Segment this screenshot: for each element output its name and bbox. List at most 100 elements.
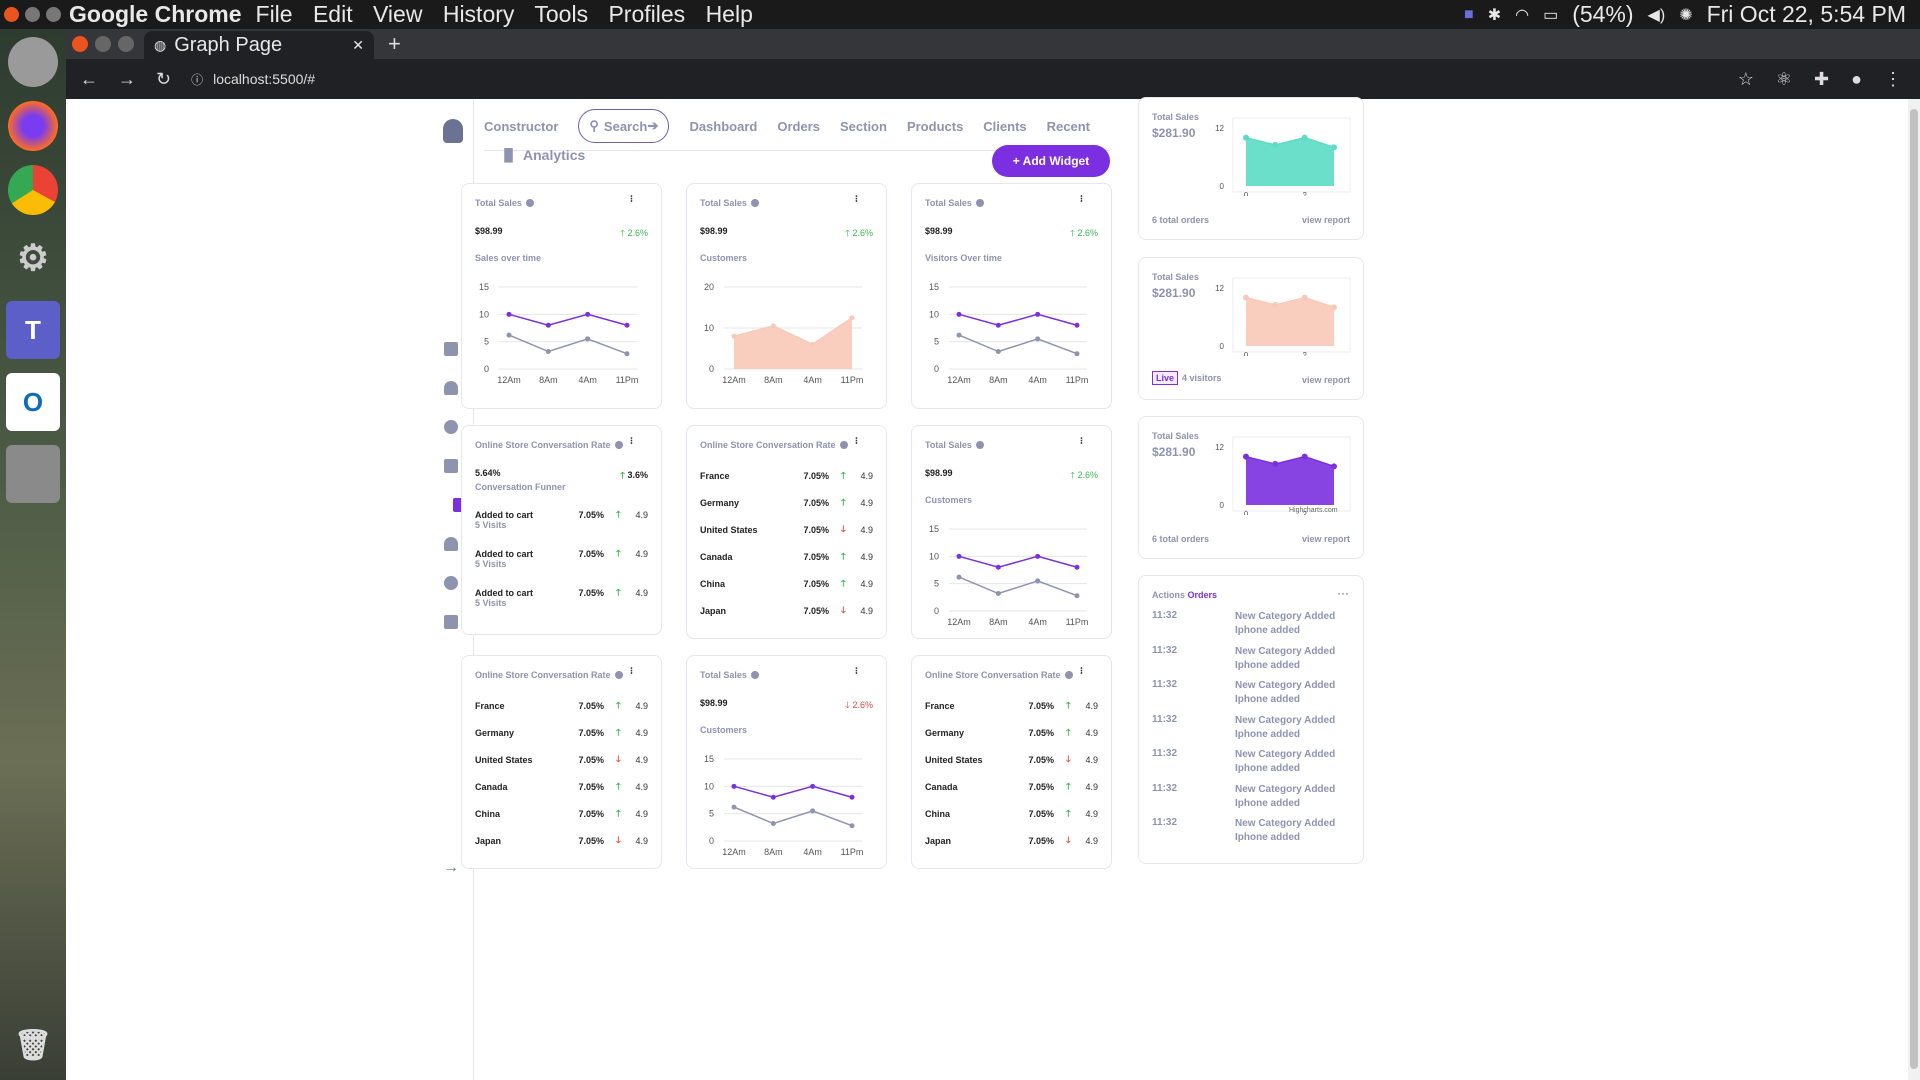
card-menu-icon[interactable]: ⁝: [1080, 194, 1083, 205]
data-point[interactable]: [624, 322, 630, 328]
nav-products[interactable]: Products: [907, 119, 963, 134]
puzzle-icon[interactable]: ✚: [1814, 69, 1829, 90]
data-point[interactable]: [956, 553, 962, 559]
collapse-arrow-icon[interactable]: →: [440, 857, 462, 879]
data-point[interactable]: [545, 349, 551, 355]
action-item[interactable]: 11:32 New Category Added Iphone added: [1152, 817, 1352, 845]
data-point[interactable]: [624, 351, 630, 357]
data-point[interactable]: [1331, 304, 1337, 311]
back-arrow-icon[interactable]: ←: [80, 69, 98, 90]
data-point[interactable]: [1074, 351, 1080, 357]
view-report-link[interactable]: view report: [1302, 534, 1350, 544]
data-point[interactable]: [995, 564, 1001, 570]
data-point[interactable]: [731, 783, 737, 789]
data-point[interactable]: [1243, 453, 1249, 460]
data-point[interactable]: [770, 323, 776, 329]
data-point[interactable]: [995, 322, 1001, 328]
search-input[interactable]: ⚲ Search ➔: [578, 109, 670, 143]
card-menu-icon[interactable]: ⁝: [630, 436, 633, 447]
firefox-icon[interactable]: [8, 101, 58, 151]
data-point[interactable]: [1272, 460, 1279, 467]
orders-label[interactable]: Orders: [1188, 590, 1218, 600]
nav-section[interactable]: Section: [840, 119, 887, 134]
menu-history[interactable]: History: [443, 1, 515, 27]
help-icon[interactable]: [1064, 671, 1073, 679]
data-point[interactable]: [956, 332, 962, 338]
outlook-icon[interactable]: O: [6, 373, 60, 431]
data-point[interactable]: [1243, 294, 1249, 301]
data-point[interactable]: [810, 783, 816, 789]
nav-recent[interactable]: Recent: [1047, 119, 1090, 134]
nav-user-icon-2[interactable]: [440, 533, 462, 555]
kebab-menu-icon[interactable]: ⋮: [1884, 69, 1902, 90]
browser-tab[interactable]: ◍ Graph Page ✕: [144, 31, 374, 59]
nav-orders[interactable]: Orders: [777, 119, 820, 134]
nav-clients[interactable]: Clients: [983, 119, 1026, 134]
files-icon[interactable]: [6, 445, 60, 503]
settings-gear-icon[interactable]: ✺: [1679, 5, 1692, 25]
menu-view[interactable]: View: [373, 1, 422, 27]
data-point[interactable]: [1272, 301, 1279, 308]
help-icon[interactable]: [839, 441, 848, 449]
data-point[interactable]: [1331, 144, 1337, 151]
window-maximize-button[interactable]: [46, 7, 61, 22]
data-point[interactable]: [585, 311, 591, 317]
data-point[interactable]: [506, 311, 512, 317]
brand-link[interactable]: Constructor: [484, 119, 558, 134]
nav-user-icon[interactable]: [440, 377, 462, 399]
battery-icon[interactable]: ▭: [1543, 5, 1558, 25]
data-point[interactable]: [1301, 453, 1308, 460]
browser-close-button[interactable]: [72, 36, 88, 52]
browser-minimize-button[interactable]: [95, 36, 111, 52]
teams-icon[interactable]: T: [6, 301, 60, 359]
new-tab-button[interactable]: +: [388, 31, 401, 57]
help-icon[interactable]: [975, 199, 984, 207]
reload-icon[interactable]: ↻: [156, 69, 171, 90]
help-icon[interactable]: [614, 441, 623, 449]
add-widget-button[interactable]: + Add Widget: [992, 145, 1110, 177]
data-point[interactable]: [770, 794, 776, 800]
data-point[interactable]: [956, 311, 962, 317]
help-icon[interactable]: [975, 441, 984, 449]
data-point[interactable]: [585, 336, 591, 342]
data-point[interactable]: [1301, 134, 1308, 141]
nav-gear-icon-2[interactable]: [440, 572, 462, 594]
card-menu-icon[interactable]: ⁝: [855, 194, 858, 205]
data-point[interactable]: [731, 333, 737, 339]
card-menu-icon[interactable]: ⁝: [630, 194, 633, 205]
info-icon[interactable]: ⓘ: [191, 71, 203, 88]
card-menu-icon[interactable]: ⁝: [1080, 436, 1083, 447]
data-point[interactable]: [545, 322, 551, 328]
action-item[interactable]: 11:32 New Category Added Iphone added: [1152, 714, 1352, 742]
action-item[interactable]: 11:32 New Category Added Iphone added: [1152, 610, 1352, 638]
window-minimize-button[interactable]: [25, 7, 40, 22]
action-item[interactable]: 11:32 New Category Added Iphone added: [1152, 645, 1352, 673]
data-point[interactable]: [849, 315, 855, 321]
profile-icon[interactable]: ●: [1851, 69, 1862, 90]
system-settings-icon[interactable]: ⚙: [6, 229, 60, 287]
nav-chart-icon[interactable]: [440, 338, 462, 360]
card-menu-icon[interactable]: ⁝: [630, 666, 633, 677]
data-point[interactable]: [1301, 294, 1308, 301]
data-point[interactable]: [1243, 134, 1249, 141]
bluetooth-icon[interactable]: ✱: [1488, 5, 1501, 25]
scrollbar[interactable]: [1908, 99, 1920, 1080]
chart-credit[interactable]: Highcharts.com: [1289, 507, 1338, 514]
nav-bag-icon-2[interactable]: [440, 611, 462, 633]
nav-bag-icon[interactable]: [440, 455, 462, 477]
scrollbar-thumb[interactable]: [1910, 109, 1918, 1069]
data-point[interactable]: [810, 341, 816, 347]
data-point[interactable]: [770, 821, 776, 827]
data-point[interactable]: [849, 823, 855, 829]
data-point[interactable]: [1035, 311, 1041, 317]
nav-gear-icon[interactable]: [440, 416, 462, 438]
data-point[interactable]: [1074, 564, 1080, 570]
window-close-button[interactable]: [4, 7, 19, 22]
data-point[interactable]: [731, 804, 737, 810]
data-point[interactable]: [995, 591, 1001, 597]
card-menu-icon[interactable]: ⁝: [1080, 666, 1083, 677]
action-item[interactable]: 11:32 New Category Added Iphone added: [1152, 783, 1352, 811]
view-report-link[interactable]: view report: [1302, 215, 1350, 225]
menu-tools[interactable]: Tools: [534, 1, 588, 27]
data-point[interactable]: [995, 349, 1001, 355]
